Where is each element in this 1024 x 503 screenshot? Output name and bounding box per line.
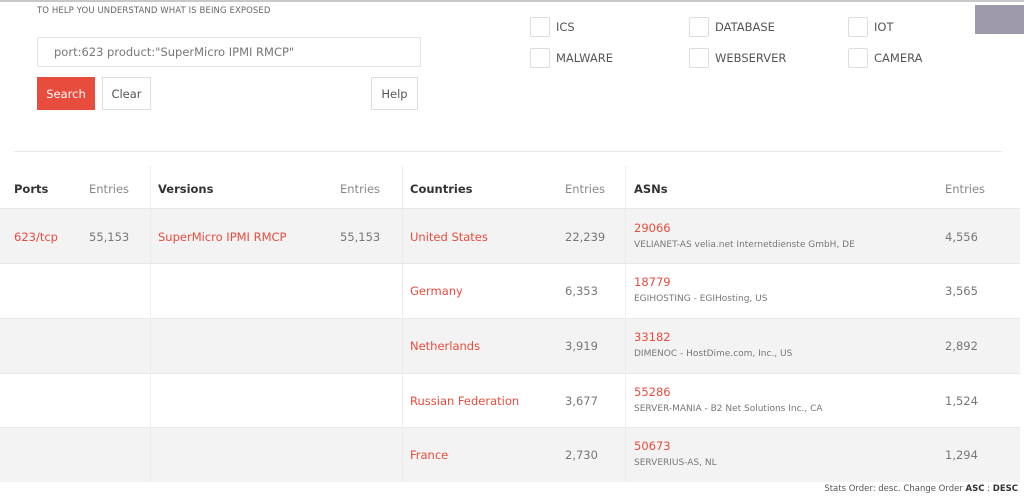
country-link[interactable]: Russian Federation [410,394,519,408]
asn-entries: 1,524 [945,394,978,408]
header-asns: ASNs [634,182,668,196]
table-row: Netherlands 3,919 33182 DIMENOC - HostDi… [0,318,1020,373]
table-row: France 2,730 50673 SERVERIUS-AS, NL 1,29… [0,427,1020,482]
country-entries: 3,919 [565,339,598,353]
filter-label: DATABASE [715,20,775,34]
corner-panel [975,5,1024,34]
checkbox[interactable] [848,48,868,68]
top-border [0,0,1024,2]
order-asc-link[interactable]: ASC [966,484,985,494]
asn-entries: 3,565 [945,284,978,298]
asn-description: DIMENOC - HostDime.com, Inc., US [634,349,793,359]
version-link[interactable]: SuperMicro IPMI RMCP [158,230,286,244]
country-link[interactable]: France [410,448,448,462]
filter-database[interactable]: DATABASE [689,17,775,37]
filter-label: CAMERA [874,51,923,65]
header-versions-entries: Entries [340,182,381,196]
asn-description: VELIANET-AS velia.net Internetdienste Gm… [634,240,855,250]
asn-link[interactable]: 33182 [634,330,671,344]
asn-entries: 2,892 [945,339,978,353]
filter-ics[interactable]: ICS [530,17,575,37]
filter-label: IOT [874,20,894,34]
checkbox[interactable] [530,17,550,37]
table-header: Ports Entries Versions Entries Countries… [0,166,1020,208]
stats-order-footer: Stats Order: desc. Change Order ASC : DE… [824,484,1018,494]
filter-iot[interactable]: IOT [848,17,893,37]
port-link[interactable]: 623/tcp [14,230,58,244]
clear-button[interactable]: Clear [102,77,151,110]
order-desc-link[interactable]: DESC [993,484,1018,494]
checkbox[interactable] [689,48,709,68]
table-row: Russian Federation 3,677 55286 SERVER-MA… [0,373,1020,427]
country-entries: 22,239 [565,230,606,244]
filter-label: MALWARE [556,51,614,65]
asn-entries: 1,294 [945,448,978,462]
header-asns-entries: Entries [945,182,986,196]
column-divider [150,166,151,482]
table-row: 623/tcp 55,153 SuperMicro IPMI RMCP 55,1… [0,208,1020,263]
header-countries-entries: Entries [565,182,606,196]
order-separator: : [984,484,993,494]
header-ports: Ports [14,182,49,196]
checkbox[interactable] [530,48,550,68]
search-input[interactable] [37,37,421,67]
section-divider [14,151,1002,152]
country-link[interactable]: Germany [410,284,463,298]
tagline: TO HELP YOU UNDERSTAND WHAT IS BEING EXP… [37,6,271,16]
filter-camera[interactable]: CAMERA [848,48,922,68]
column-divider [625,166,626,482]
asn-link[interactable]: 55286 [634,385,671,399]
filter-label: ICS [556,20,575,34]
table-row: Germany 6,353 18779 EGIHOSTING - EGIHost… [0,263,1020,318]
asn-description: SERVERIUS-AS, NL [634,458,717,468]
search-button[interactable]: Search [37,77,95,110]
version-entries: 55,153 [340,230,381,244]
help-button[interactable]: Help [371,77,418,110]
header-countries: Countries [410,182,473,196]
country-link[interactable]: Netherlands [410,339,480,353]
checkbox[interactable] [848,17,868,37]
checkbox[interactable] [689,17,709,37]
asn-entries: 4,556 [945,230,978,244]
header-versions: Versions [158,182,214,196]
country-entries: 6,353 [565,284,598,298]
filter-malware[interactable]: MALWARE [530,48,613,68]
country-entries: 2,730 [565,448,598,462]
asn-description: EGIHOSTING - EGIHosting, US [634,294,768,304]
filter-webserver[interactable]: WEBSERVER [689,48,786,68]
country-entries: 3,677 [565,394,598,408]
asn-link[interactable]: 18779 [634,275,671,289]
stats-order-text: Stats Order: desc. Change Order [824,484,966,494]
column-divider [402,166,403,482]
asn-link[interactable]: 29066 [634,221,671,235]
asn-link[interactable]: 50673 [634,439,671,453]
asn-description: SERVER-MANIA - B2 Net Solutions Inc., CA [634,404,823,414]
country-link[interactable]: United States [410,230,488,244]
filter-label: WEBSERVER [715,51,787,65]
port-entries: 55,153 [89,230,130,244]
header-ports-entries: Entries [89,182,130,196]
